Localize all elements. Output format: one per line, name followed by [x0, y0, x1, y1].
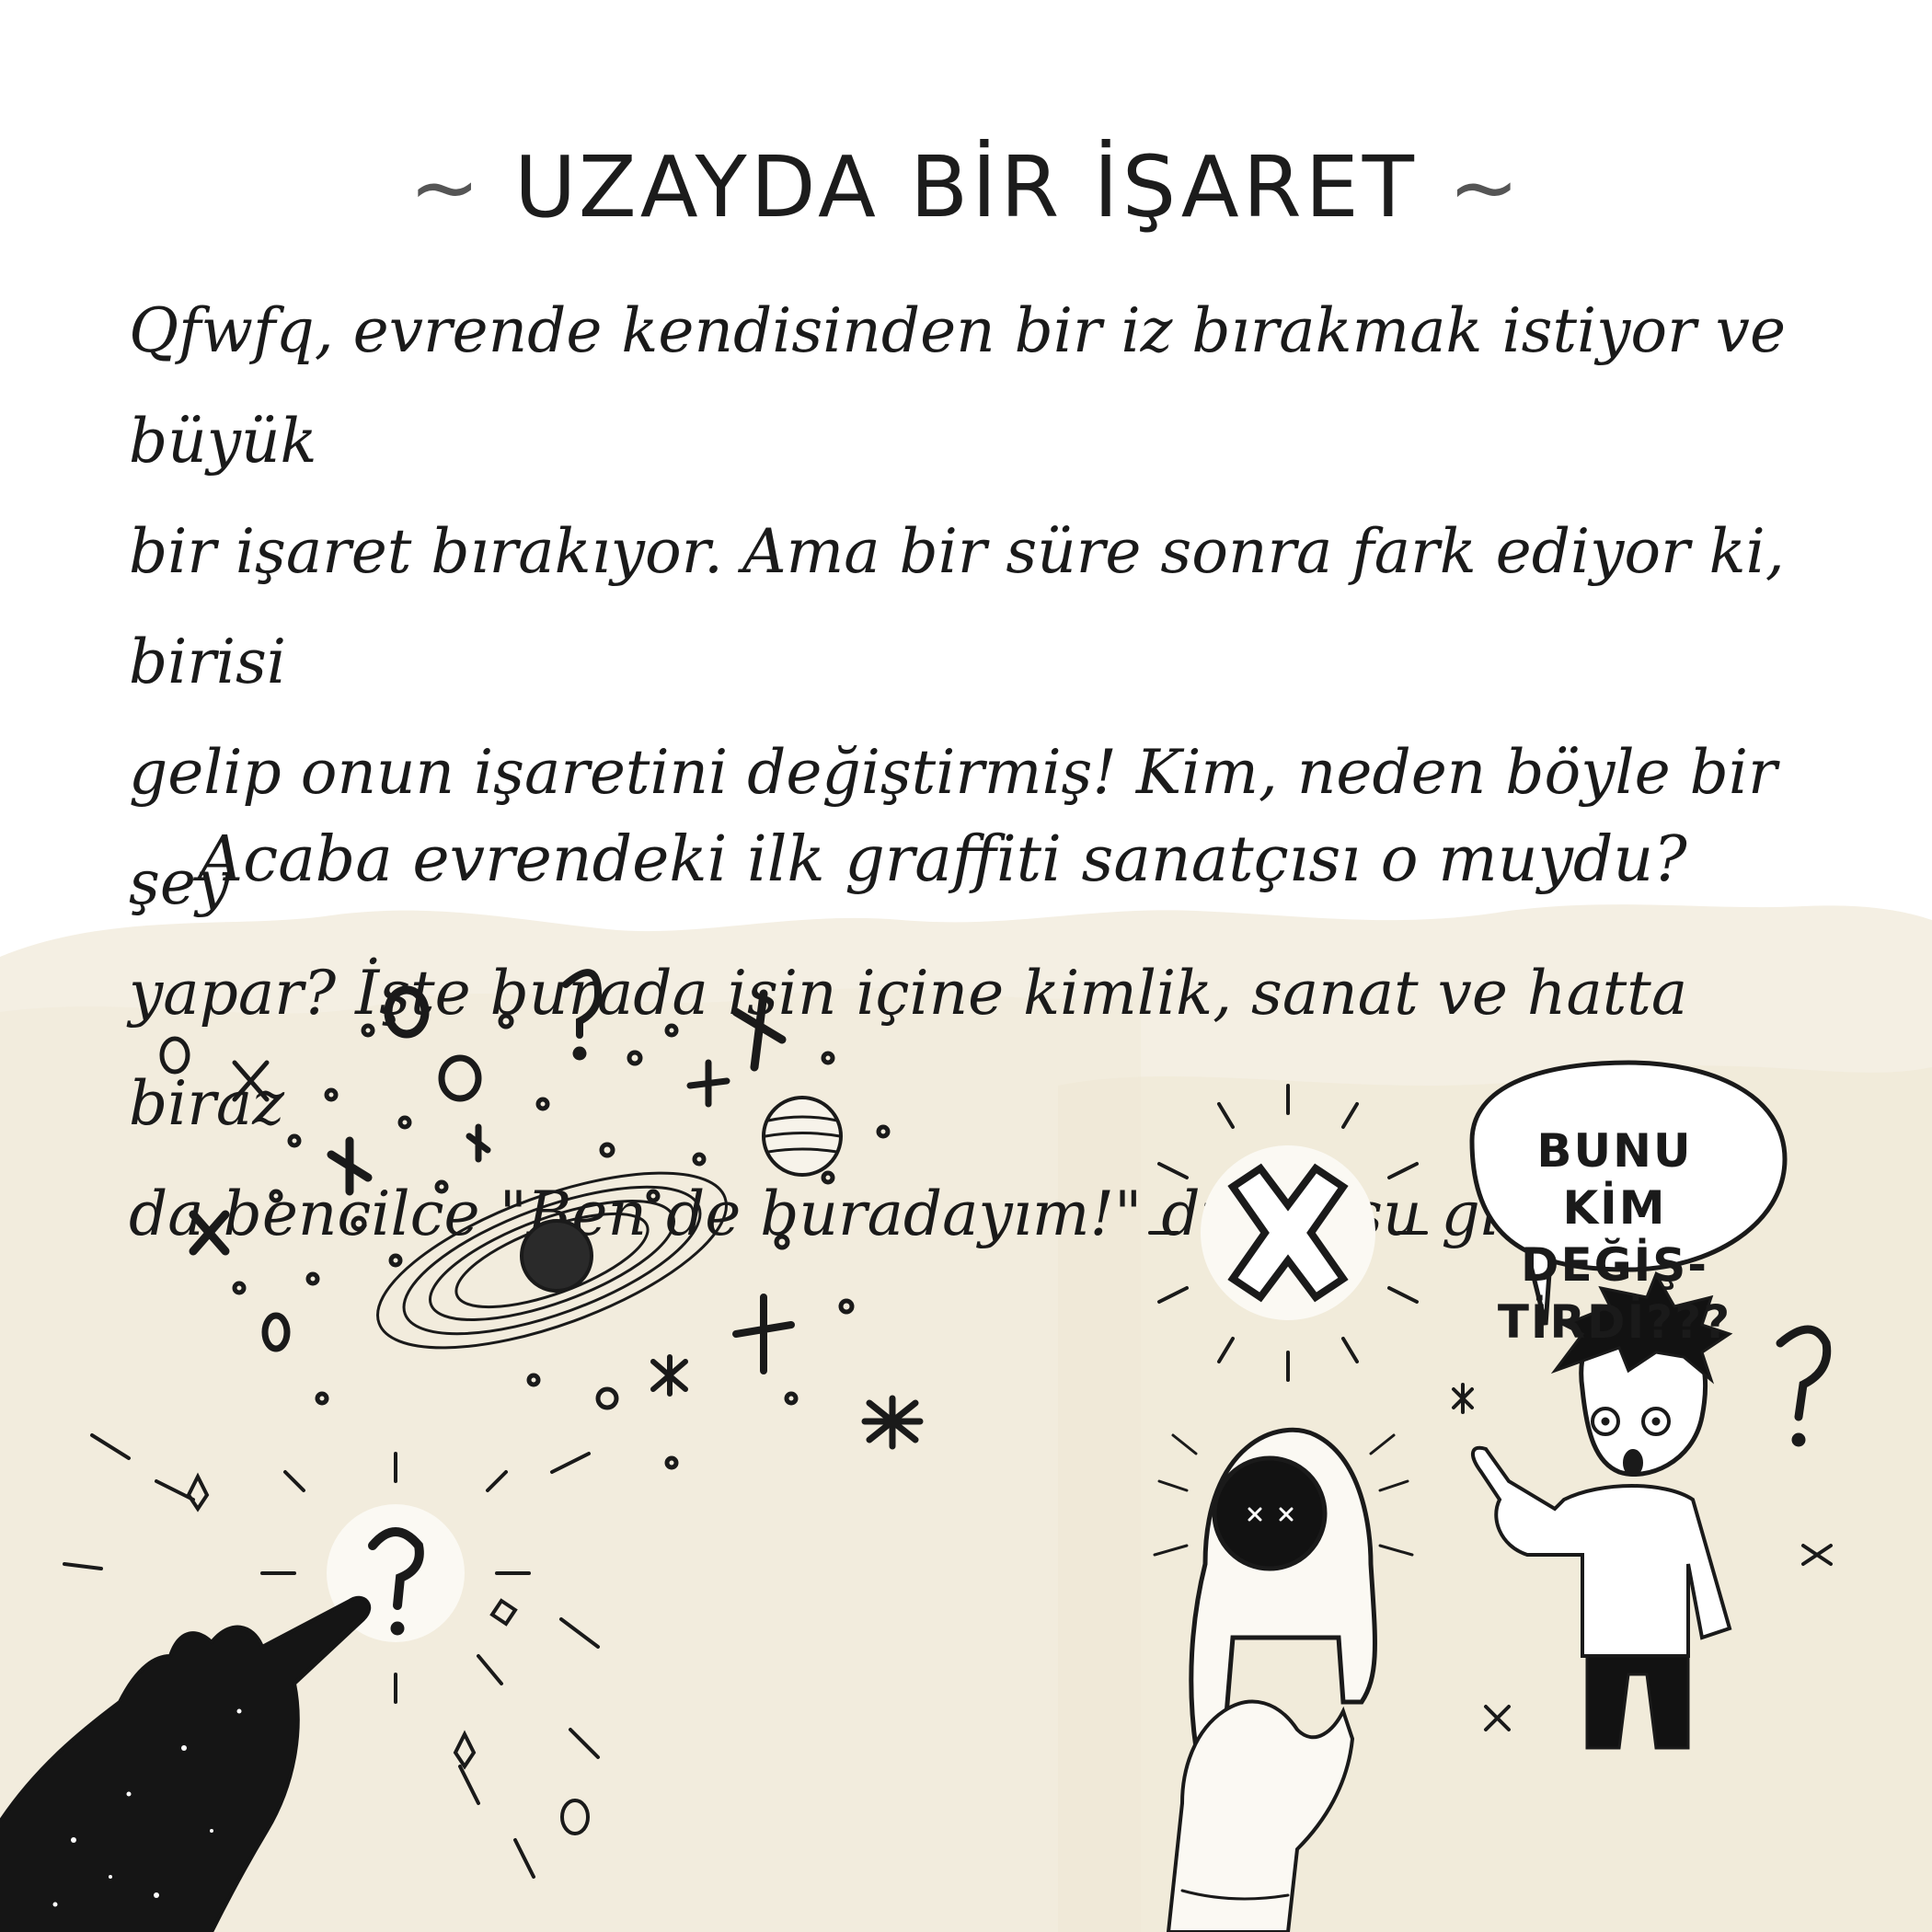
striped-planet-icon	[762, 1096, 843, 1177]
speech-line: BUNU	[1536, 1124, 1693, 1178]
starry-hand-icon	[0, 1595, 372, 1932]
astronaut-icon	[1153, 1427, 1414, 1751]
speech-line: KİM DEĞİŞ-	[1520, 1181, 1709, 1292]
illustration-layer	[0, 969, 1833, 1932]
speech-bubble: BUNU KİM DEĞİŞ- TİRDİ???	[1472, 1122, 1757, 1351]
glowing-x-sign-icon	[1148, 1084, 1428, 1382]
spiral-galaxy-icon	[376, 1171, 728, 1350]
speech-line: TİRDİ???	[1497, 1295, 1732, 1349]
